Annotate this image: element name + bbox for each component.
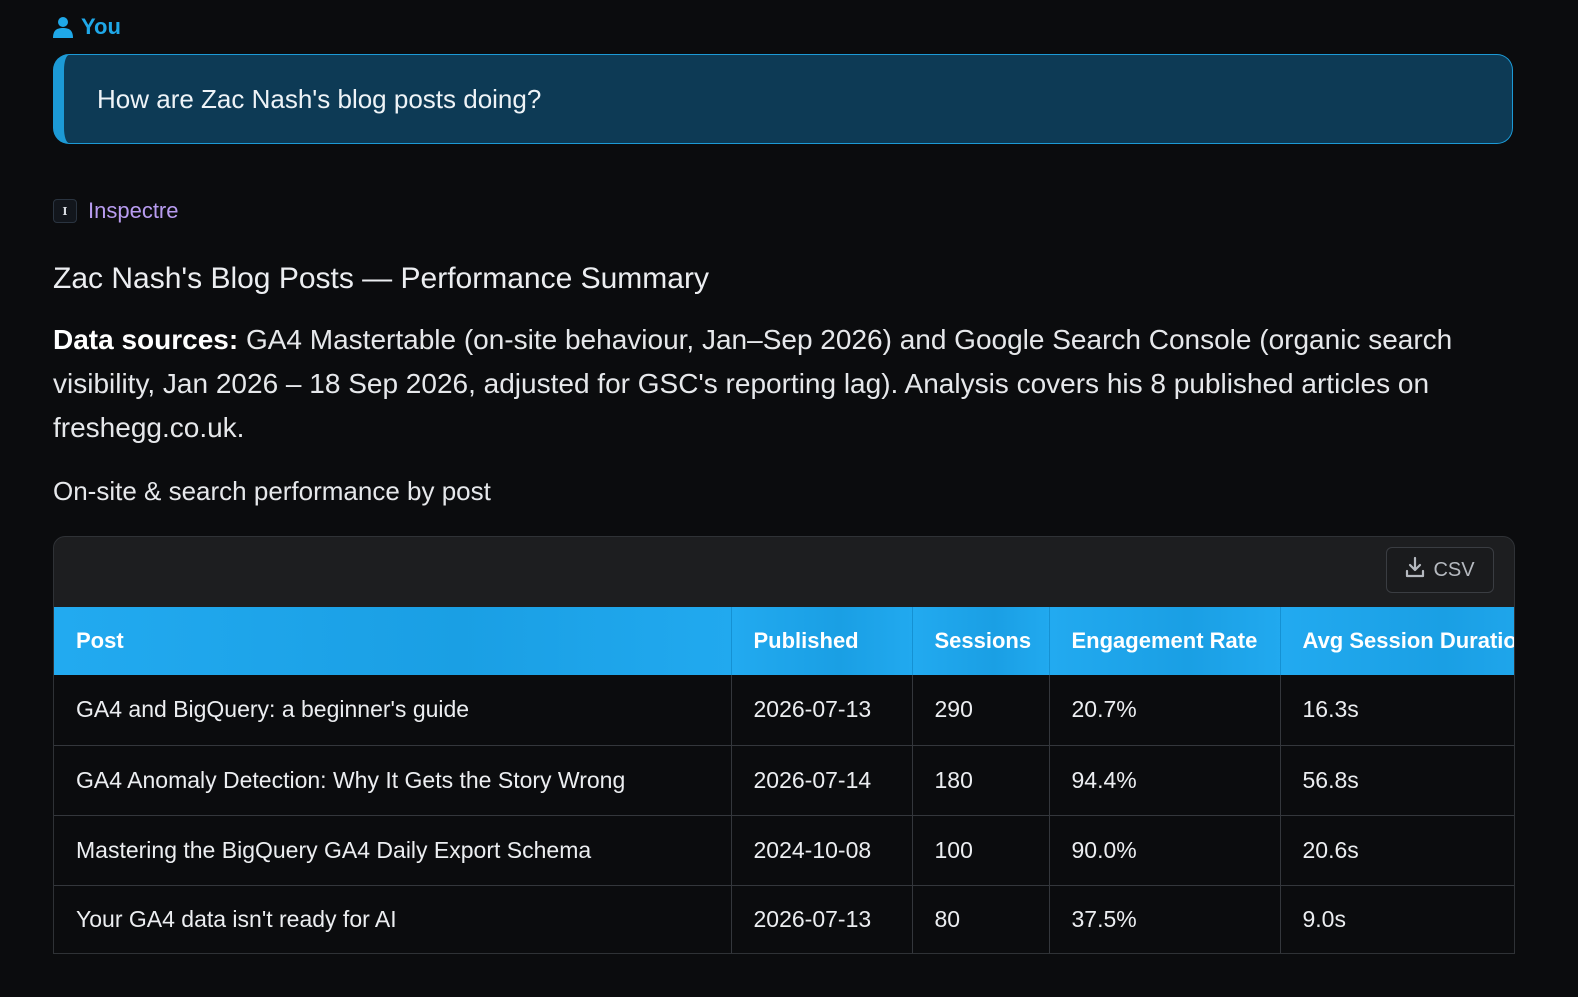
data-sources-paragraph: Data sources: GA4 Mastertable (on-site b… xyxy=(53,318,1523,450)
performance-table: Post Published Sessions Engagement Rate … xyxy=(54,607,1514,953)
csv-export-button[interactable]: CSV xyxy=(1386,547,1494,593)
csv-export-label: CSV xyxy=(1433,558,1475,581)
user-header: You xyxy=(53,14,121,40)
cell-post: GA4 Anomaly Detection: Why It Gets the S… xyxy=(54,745,732,816)
assistant-header: I Inspectre xyxy=(53,198,179,224)
cell-engagement-rate: 90.0% xyxy=(1049,815,1281,886)
cell-published: 2026-07-14 xyxy=(731,745,913,816)
cell-post: Mastering the BigQuery GA4 Daily Export … xyxy=(54,815,732,886)
response-title: Zac Nash's Blog Posts — Performance Summ… xyxy=(53,262,709,295)
user-message-text: How are Zac Nash's blog posts doing? xyxy=(97,83,542,114)
table-row: GA4 Anomaly Detection: Why It Gets the S… xyxy=(54,745,1514,816)
cell-published: 2026-07-13 xyxy=(731,675,913,746)
assistant-name: Inspectre xyxy=(88,198,179,223)
cell-post: Your GA4 data isn't ready for AI xyxy=(54,885,732,953)
table-row: Mastering the BigQuery GA4 Daily Export … xyxy=(54,815,1514,886)
table-header-row: Post Published Sessions Engagement Rate … xyxy=(54,607,1514,675)
table-card: CSV Post Published Sessions Engagement R… xyxy=(53,536,1515,954)
column-header-engagement-rate[interactable]: Engagement Rate xyxy=(1049,607,1281,675)
column-header-sessions[interactable]: Sessions xyxy=(912,607,1050,675)
table-caption: On-site & search performance by post xyxy=(53,476,491,506)
cell-engagement-rate: 20.7% xyxy=(1049,675,1281,746)
table-row: GA4 and BigQuery: a beginner's guide 202… xyxy=(54,675,1514,746)
download-icon xyxy=(1405,556,1425,584)
column-header-avg-session-duration[interactable]: Avg Session Duration xyxy=(1280,607,1514,675)
data-sources-text: GA4 Mastertable (on-site behaviour, Jan–… xyxy=(53,324,1453,443)
table-scroll-area[interactable]: Post Published Sessions Engagement Rate … xyxy=(54,607,1514,953)
cell-post: GA4 and BigQuery: a beginner's guide xyxy=(54,675,732,746)
cell-sessions: 290 xyxy=(912,675,1050,746)
user-icon xyxy=(53,16,73,38)
table-toolbar: CSV xyxy=(54,537,1514,607)
column-header-post[interactable]: Post xyxy=(54,607,732,675)
assistant-logo: I xyxy=(53,199,77,223)
cell-avg-session-duration: 56.8s xyxy=(1280,745,1514,816)
cell-avg-session-duration: 9.0s xyxy=(1280,885,1514,953)
column-header-published[interactable]: Published xyxy=(731,607,913,675)
cell-avg-session-duration: 20.6s xyxy=(1280,815,1514,886)
data-sources-label: Data sources: xyxy=(53,324,239,355)
user-label: You xyxy=(81,14,121,39)
cell-published: 2024-10-08 xyxy=(731,815,913,886)
cell-avg-session-duration: 16.3s xyxy=(1280,675,1514,746)
table-row: Your GA4 data isn't ready for AI 2026-07… xyxy=(54,885,1514,953)
cell-engagement-rate: 37.5% xyxy=(1049,885,1281,953)
chat-page: You How are Zac Nash's blog posts doing?… xyxy=(0,0,1578,997)
cell-published: 2026-07-13 xyxy=(731,885,913,953)
user-message: How are Zac Nash's blog posts doing? xyxy=(53,54,1513,144)
cell-sessions: 80 xyxy=(912,885,1050,953)
cell-engagement-rate: 94.4% xyxy=(1049,745,1281,816)
cell-sessions: 180 xyxy=(912,745,1050,816)
cell-sessions: 100 xyxy=(912,815,1050,886)
